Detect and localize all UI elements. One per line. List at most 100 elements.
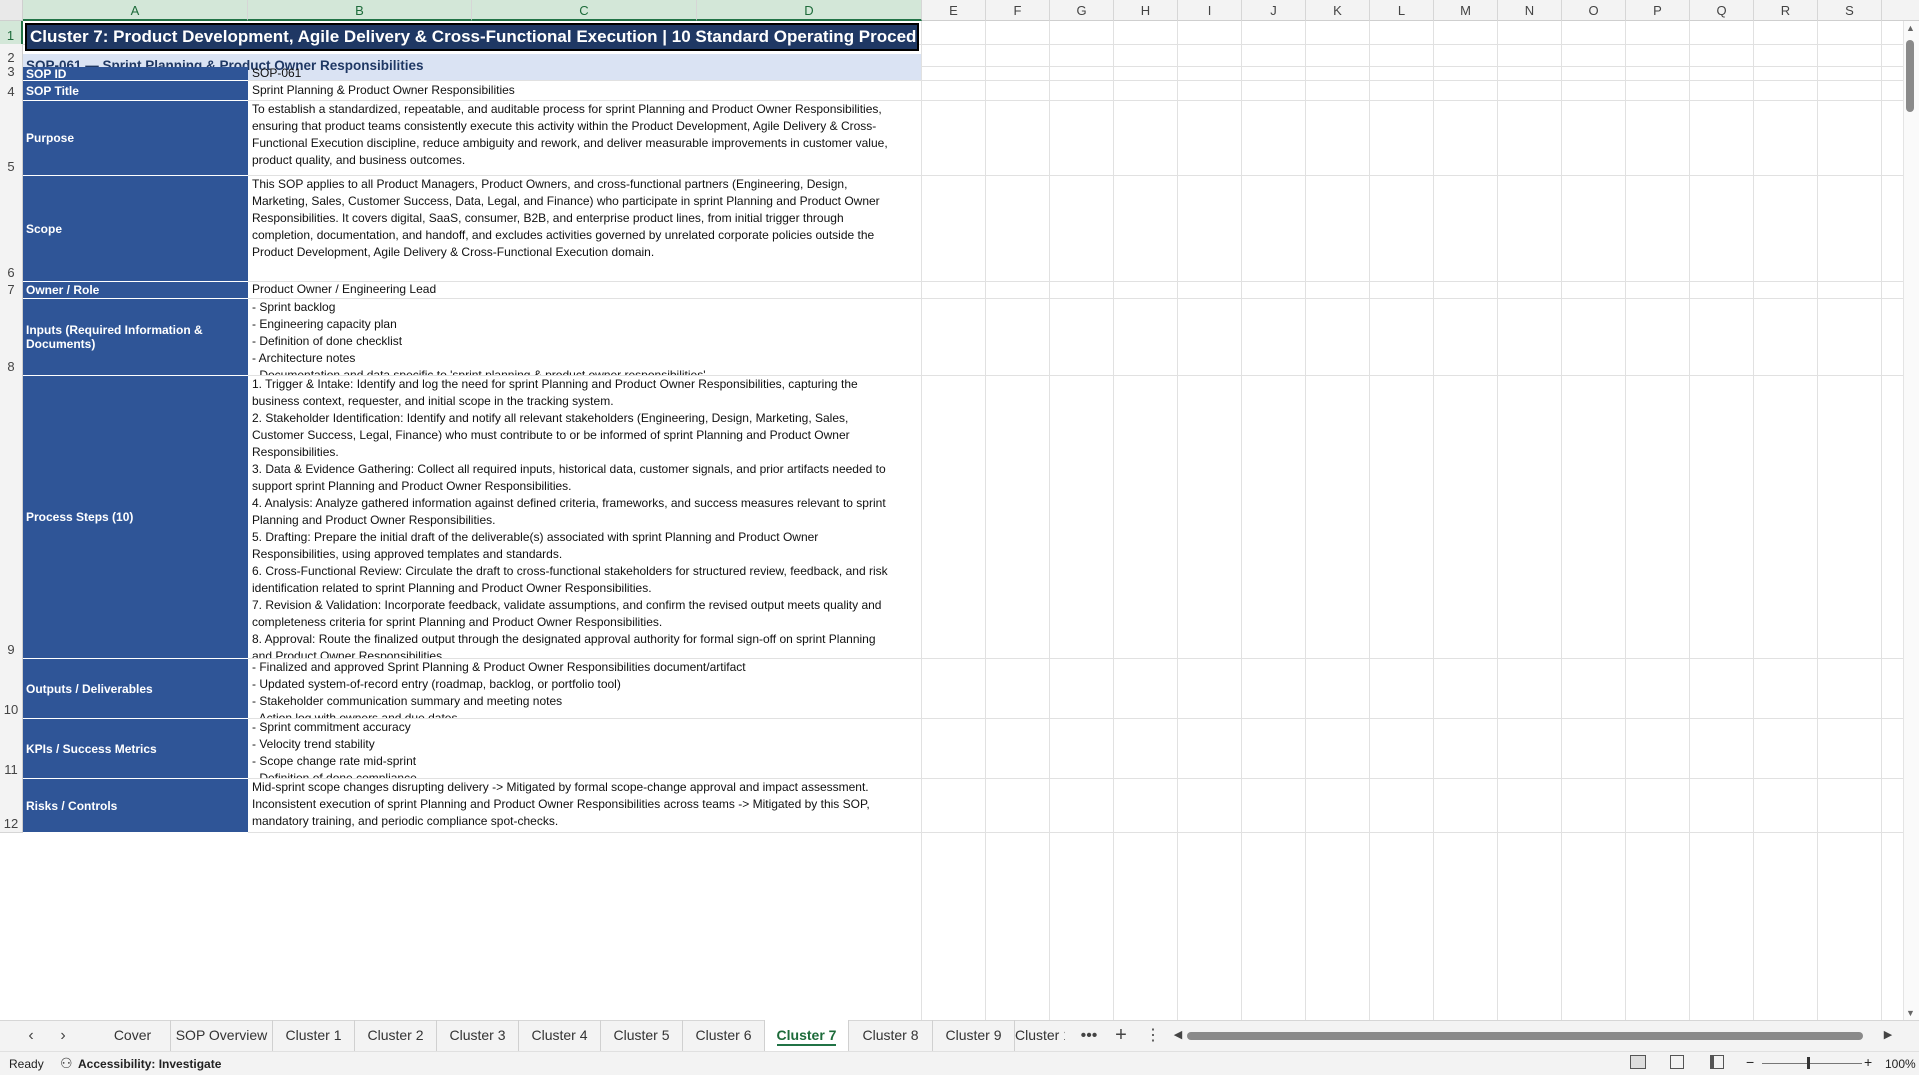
hscroll-left-arrow-icon[interactable]: ◀ bbox=[1172, 1020, 1184, 1051]
column-header-f[interactable]: F bbox=[986, 0, 1050, 21]
grid-line bbox=[1817, 21, 1818, 1020]
grid-line bbox=[1625, 21, 1626, 1020]
column-header-p[interactable]: P bbox=[1626, 0, 1690, 21]
accessibility-status[interactable]: Accessibility: Investigate bbox=[78, 1057, 221, 1071]
column-header-r[interactable]: R bbox=[1754, 0, 1818, 21]
sheet-tab-cluster-1[interactable]: Cluster 1 bbox=[1015, 1020, 1065, 1051]
field-value-outputs-deliverables[interactable]: - Finalized and approved Sprint Planning… bbox=[249, 658, 921, 718]
grid-line bbox=[1753, 21, 1754, 1020]
field-value-sop-title[interactable]: Sprint Planning & Product Owner Responsi… bbox=[249, 80, 921, 100]
row-header-10[interactable]: 10 bbox=[0, 658, 23, 719]
column-header-s[interactable]: S bbox=[1818, 0, 1882, 21]
column-header-k[interactable]: K bbox=[1306, 0, 1370, 21]
sheet-tab-cluster-2[interactable]: Cluster 2 bbox=[355, 1020, 437, 1051]
field-value-sop-id[interactable]: SOP-061 bbox=[249, 66, 921, 80]
row-header-8[interactable]: 8 bbox=[0, 298, 23, 376]
zoom-out-icon[interactable]: − bbox=[1746, 1054, 1754, 1070]
sheet-tab-cluster-3[interactable]: Cluster 3 bbox=[437, 1020, 519, 1051]
tab-scroll-left-icon[interactable]: ‹ bbox=[24, 1020, 38, 1051]
field-label-kpis-success-metrics[interactable]: KPIs / Success Metrics bbox=[23, 719, 248, 779]
column-header-i[interactable]: I bbox=[1178, 0, 1242, 21]
page-layout-view-icon[interactable] bbox=[1670, 1055, 1684, 1069]
zoom-in-icon[interactable]: + bbox=[1864, 1054, 1872, 1070]
column-header-b[interactable]: B bbox=[248, 0, 472, 21]
row-header-12[interactable]: 12 bbox=[0, 778, 23, 833]
sheet-tab-cluster-5[interactable]: Cluster 5 bbox=[601, 1020, 683, 1051]
row-header-9[interactable]: 9 bbox=[0, 375, 23, 659]
field-label-inputs-required-information-documents[interactable]: Inputs (Required Information & Documents… bbox=[23, 299, 248, 376]
field-value-risks-controls[interactable]: Mid-sprint scope changes disrupting deli… bbox=[249, 778, 921, 832]
scroll-up-arrow-icon[interactable]: ▲ bbox=[1906, 23, 1915, 33]
sheet-tab-sop-overview[interactable]: SOP Overview bbox=[171, 1020, 273, 1051]
normal-view-icon[interactable] bbox=[1630, 1055, 1646, 1069]
field-label-sop-id[interactable]: SOP ID bbox=[23, 67, 248, 81]
column-header-j[interactable]: J bbox=[1242, 0, 1306, 21]
row-number: 2 bbox=[7, 50, 15, 65]
zoom-level[interactable]: 100% bbox=[1885, 1057, 1916, 1071]
accessibility-icon: ⚇ bbox=[60, 1055, 73, 1071]
field-value-kpis-success-metrics[interactable]: - Sprint commitment accuracy - Velocity … bbox=[249, 718, 921, 778]
sheet-tab-cluster-9[interactable]: Cluster 9 bbox=[933, 1020, 1015, 1051]
field-label-risks-controls[interactable]: Risks / Controls bbox=[23, 779, 248, 833]
field-value-inputs-required-information-documents[interactable]: - Sprint backlog - Engineering capacity … bbox=[249, 298, 921, 375]
row-number: 8 bbox=[7, 359, 15, 374]
field-label-scope[interactable]: Scope bbox=[23, 176, 248, 282]
sheet-title-cell[interactable]: Cluster 7: Product Development, Agile De… bbox=[25, 23, 919, 51]
sheet-tab-cluster-8[interactable]: Cluster 8 bbox=[849, 1020, 933, 1051]
row-number: 3 bbox=[7, 64, 15, 79]
select-all-corner[interactable] bbox=[0, 0, 23, 21]
row-header-1[interactable]: 1 bbox=[0, 21, 23, 45]
field-value-owner-role[interactable]: Product Owner / Engineering Lead bbox=[249, 281, 921, 298]
sheet-tab-cluster-7[interactable]: Cluster 7 bbox=[765, 1020, 849, 1051]
add-sheet-button[interactable]: + bbox=[1110, 1020, 1132, 1051]
field-label-owner-role[interactable]: Owner / Role bbox=[23, 282, 248, 299]
column-header-o[interactable]: O bbox=[1562, 0, 1626, 21]
field-label-process-steps-10[interactable]: Process Steps (10) bbox=[23, 376, 248, 659]
vertical-scroll-thumb[interactable] bbox=[1906, 40, 1914, 112]
row-number: 4 bbox=[7, 84, 15, 99]
field-value-process-steps-10[interactable]: 1. Trigger & Intake: Identify and log th… bbox=[249, 375, 921, 658]
field-label-outputs-deliverables[interactable]: Outputs / Deliverables bbox=[23, 659, 248, 719]
field-label-sop-title[interactable]: SOP Title bbox=[23, 81, 248, 101]
grid-line bbox=[1433, 21, 1434, 1020]
vertical-scrollbar[interactable] bbox=[1903, 21, 1919, 1020]
column-header-d[interactable]: D bbox=[697, 0, 922, 21]
sheet-tab-cluster-4[interactable]: Cluster 4 bbox=[519, 1020, 601, 1051]
grid-line bbox=[1177, 21, 1178, 1020]
row-number: 11 bbox=[4, 762, 18, 777]
column-header-n[interactable]: N bbox=[1498, 0, 1562, 21]
column-header-c[interactable]: C bbox=[472, 0, 697, 21]
row-header-7[interactable]: 7 bbox=[0, 281, 23, 299]
column-header-e[interactable]: E bbox=[922, 0, 986, 21]
row-number: 6 bbox=[7, 265, 15, 280]
zoom-slider-handle[interactable] bbox=[1807, 1057, 1810, 1069]
horizontal-scroll-thumb[interactable] bbox=[1187, 1032, 1863, 1040]
more-options-icon[interactable]: ⋮ bbox=[1142, 1020, 1164, 1051]
status-bar: Ready ⚇ Accessibility: Investigate − + 1… bbox=[0, 1051, 1919, 1075]
tab-scroll-right-icon[interactable]: › bbox=[56, 1020, 70, 1051]
row-header-4[interactable]: 4 bbox=[0, 80, 23, 101]
scroll-down-arrow-icon[interactable]: ▼ bbox=[1906, 1008, 1915, 1018]
hscroll-right-arrow-icon[interactable]: ▶ bbox=[1882, 1020, 1894, 1051]
zoom-slider[interactable] bbox=[1762, 1063, 1862, 1064]
field-value-purpose[interactable]: To establish a standardized, repeatable,… bbox=[249, 100, 921, 175]
row-header-6[interactable]: 6 bbox=[0, 175, 23, 282]
column-header-h[interactable]: H bbox=[1114, 0, 1178, 21]
sheet-tab-cover[interactable]: Cover bbox=[95, 1020, 171, 1051]
page-break-view-icon[interactable] bbox=[1710, 1055, 1724, 1069]
column-header-a[interactable]: A bbox=[23, 0, 248, 21]
field-value-scope[interactable]: This SOP applies to all Product Managers… bbox=[249, 175, 921, 281]
grid-line bbox=[921, 21, 922, 1020]
row-number: 10 bbox=[3, 702, 19, 717]
column-header-m[interactable]: M bbox=[1434, 0, 1498, 21]
sheet-tab-cluster-1[interactable]: Cluster 1 bbox=[273, 1020, 355, 1051]
row-header-3[interactable]: 3 bbox=[0, 64, 23, 81]
row-header-5[interactable]: 5 bbox=[0, 100, 23, 176]
field-label-purpose[interactable]: Purpose bbox=[23, 101, 248, 176]
row-header-11[interactable]: 11 bbox=[0, 718, 23, 779]
sheet-tab-cluster-6[interactable]: Cluster 6 bbox=[683, 1020, 765, 1051]
column-header-g[interactable]: G bbox=[1050, 0, 1114, 21]
column-header-l[interactable]: L bbox=[1370, 0, 1434, 21]
tab-overflow-icon[interactable]: ••• bbox=[1078, 1020, 1100, 1051]
column-header-q[interactable]: Q bbox=[1690, 0, 1754, 21]
